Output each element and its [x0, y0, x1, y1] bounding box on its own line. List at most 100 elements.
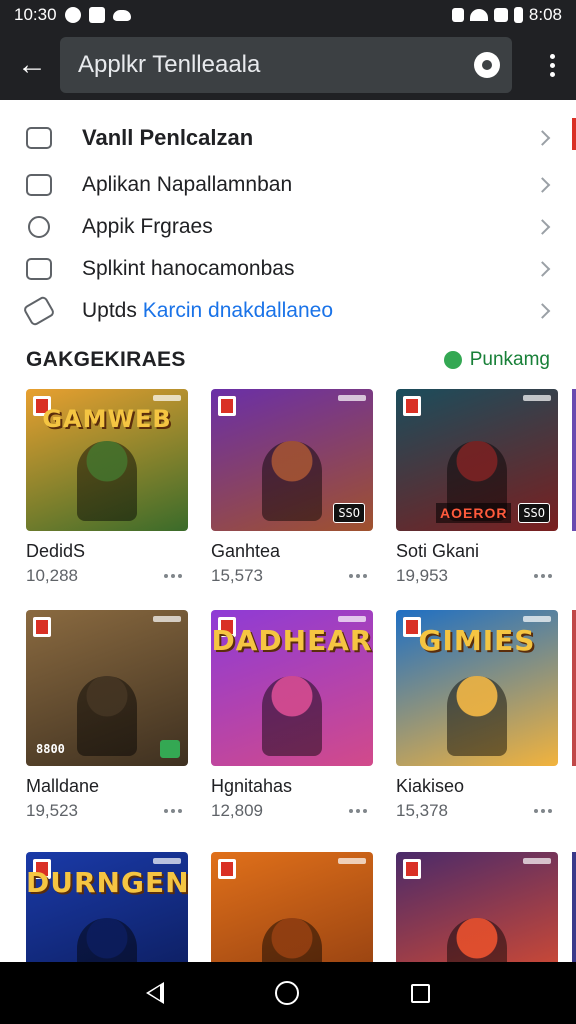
section-header: GAKGEKIRAES Punkamg — [0, 340, 576, 380]
game-thumbnail[interactable]: GIMIES — [396, 610, 558, 766]
more-horiz-icon[interactable] — [534, 809, 552, 813]
more-vert-icon[interactable] — [540, 45, 564, 85]
game-meta: 10,288 — [26, 566, 188, 586]
chevron-right-icon — [534, 303, 551, 319]
system-nav-bar — [0, 962, 576, 1024]
back-arrow-icon[interactable]: ← — [12, 45, 52, 85]
game-count: 10,288 — [26, 566, 78, 585]
more-horiz-icon[interactable] — [164, 574, 182, 578]
game-count: 15,573 — [211, 566, 263, 585]
menu-item-4[interactable]: Uptds Karcin dnakdallaneo — [0, 290, 576, 332]
game-card[interactable]: AOEROR SSO Soti Gkani 19,953 — [396, 389, 558, 586]
battery-icon — [513, 7, 523, 23]
thumbnail-banner: AOEROR — [436, 503, 512, 523]
menu-item-2[interactable]: Appik Frgraes — [0, 206, 576, 248]
nav-home-icon[interactable] — [275, 981, 300, 1005]
thumbnail-tag — [523, 395, 551, 401]
game-card[interactable]: 8800 Malldane 19,523 — [26, 610, 188, 821]
wifi-icon — [469, 9, 488, 21]
search-input[interactable]: Applkr Tenlleaala — [60, 37, 512, 93]
game-name: Ganhtea — [211, 541, 281, 561]
thumbnail-tag — [153, 616, 181, 622]
chat-icon — [443, 351, 462, 369]
chevron-right-icon — [534, 130, 551, 146]
game-meta: 15,378 — [396, 801, 558, 821]
app-bar: ← Applkr Tenlleaala — [0, 30, 576, 100]
game-count: 15,378 — [396, 801, 448, 820]
menu-item-label: Uptds Karcin dnakdallaneo — [82, 299, 333, 323]
devices-icon — [26, 174, 52, 196]
status-right: 8:08 — [451, 5, 562, 25]
vibrate-icon — [451, 8, 464, 22]
rating-badge-icon — [160, 740, 180, 758]
thumbnail-title: GAMWEB — [42, 405, 172, 433]
section-link[interactable]: Punkamg — [443, 349, 550, 371]
character-art — [447, 676, 507, 756]
thumbnail-badge: 8800 — [36, 742, 65, 756]
game-thumbnail[interactable]: AOEROR SSO — [396, 389, 558, 531]
game-thumbnail[interactable]: SSO — [211, 389, 373, 531]
game-thumbnail[interactable]: DADHEAR — [211, 610, 373, 766]
thumbnail-tag — [523, 616, 551, 622]
menu-item-label: Appik Frgraes — [82, 215, 213, 238]
game-card[interactable]: GIMIES Kiakiseo 15,378 — [396, 610, 558, 821]
thumbnail-tag — [338, 858, 366, 864]
menu-item-0[interactable]: Vanll Penlcalzan — [0, 112, 576, 164]
game-name: Hgnitahas — [211, 776, 293, 796]
publisher-logo-icon — [218, 859, 236, 879]
thumbnail-tag — [338, 616, 366, 622]
game-card[interactable]: SSO Ganhtea 15,573 — [211, 389, 373, 586]
game-meta: 15,573 — [211, 566, 373, 586]
menu-item-label-prefix: Uptds — [82, 299, 137, 322]
thumbnail-title: DURNGEN — [26, 866, 188, 899]
menu-item-1[interactable]: Aplikan Napallamnban — [0, 164, 576, 206]
publisher-logo-icon — [403, 859, 421, 879]
peek-card — [572, 610, 576, 766]
section-link-label: Punkamg — [469, 349, 550, 370]
menu-item-label: Vanll Penlcalzan — [82, 125, 254, 150]
game-thumbnail[interactable]: GAMWEB — [26, 389, 188, 531]
game-meta: 12,809 — [211, 801, 373, 821]
game-thumbnail[interactable]: 8800 — [26, 610, 188, 766]
notification-icon — [64, 7, 81, 23]
thumbnail-badge: SSO — [333, 503, 365, 523]
status-left: 10:30 — [14, 5, 131, 25]
search-text[interactable]: Applkr Tenlleaala — [78, 51, 474, 79]
nav-back-icon[interactable] — [145, 982, 164, 1004]
menu-item-3[interactable]: Splkint hanocamonbas — [0, 248, 576, 290]
menu-item-label-accent: Karcin dnakdallaneo — [142, 299, 334, 322]
game-name: Soti Gkani — [396, 541, 480, 561]
more-horiz-icon[interactable] — [534, 574, 552, 578]
tag-icon — [22, 294, 56, 328]
cloud-icon — [112, 9, 131, 21]
chevron-right-icon — [534, 261, 551, 277]
character-art — [77, 676, 137, 756]
signal-icon — [493, 8, 508, 22]
target-icon — [28, 216, 50, 238]
peek-card — [572, 389, 576, 531]
game-count: 19,523 — [26, 801, 78, 820]
thumbnail-tag — [523, 858, 551, 864]
status-time: 10:30 — [14, 5, 57, 24]
menu-list: Vanll Penlcalzan Aplikan Napallamnban Ap… — [0, 112, 576, 332]
thumbnail-title: DADHEAR — [211, 624, 373, 657]
game-count: 19,953 — [396, 566, 448, 585]
game-card[interactable]: GAMWEB DedidS 10,288 — [26, 389, 188, 586]
more-horiz-icon[interactable] — [349, 574, 367, 578]
thumbnail-badge: SSO — [518, 503, 550, 523]
nav-recents-icon[interactable] — [411, 983, 431, 1003]
account-icon[interactable] — [474, 52, 500, 78]
publisher-logo-icon — [33, 617, 51, 637]
game-card[interactable]: DADHEAR Hgnitahas 12,809 — [211, 610, 373, 821]
chevron-right-icon — [534, 177, 551, 193]
library-icon — [26, 258, 52, 280]
peek-card — [572, 852, 576, 962]
status-right-text: 8:08 — [528, 5, 562, 24]
more-horiz-icon[interactable] — [349, 809, 367, 813]
publisher-logo-icon — [403, 396, 421, 416]
chevron-right-icon — [534, 219, 551, 235]
more-horiz-icon[interactable] — [164, 809, 182, 813]
publisher-logo-icon — [218, 396, 236, 416]
thumbnail-tag — [153, 395, 181, 401]
game-meta: 19,953 — [396, 566, 558, 586]
